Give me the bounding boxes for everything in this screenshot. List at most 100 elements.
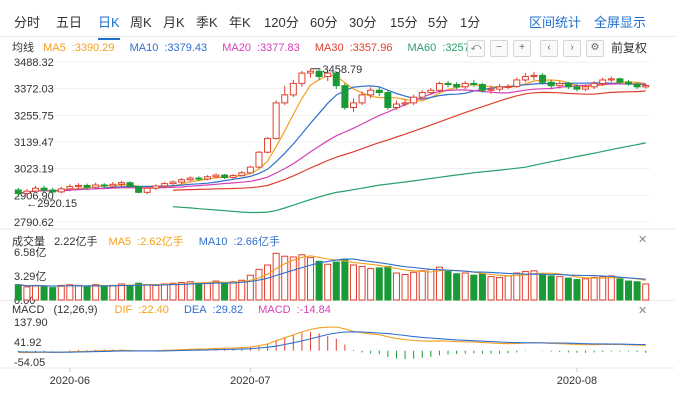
candle	[246, 166, 254, 174]
candle	[582, 86, 590, 90]
candle	[143, 187, 151, 193]
candle	[40, 187, 48, 191]
y-tick-label: 2790.62	[14, 217, 54, 229]
candle	[461, 82, 469, 88]
candle	[349, 102, 357, 108]
candle	[57, 188, 65, 193]
candle	[152, 185, 160, 189]
candle	[126, 182, 134, 188]
candle	[427, 89, 435, 94]
volume-bar	[117, 283, 125, 301]
y-tick-label: 3255.75	[14, 110, 54, 122]
volume-bar	[504, 275, 512, 301]
volume-bar	[392, 272, 400, 301]
volume-bar	[100, 285, 108, 301]
x-tick-label: 2020-08	[557, 375, 597, 387]
volume-bar	[461, 272, 469, 301]
y-tick-label: 3139.47	[14, 137, 54, 149]
ma20-line	[18, 83, 646, 195]
candle	[418, 92, 426, 98]
volume-bar	[453, 273, 461, 301]
volume-bar	[31, 284, 39, 301]
candle	[478, 84, 486, 91]
volume-bar	[246, 274, 254, 301]
volume-bar	[298, 254, 306, 301]
volume-bar	[358, 265, 366, 301]
volume-bar	[556, 276, 564, 301]
candle	[599, 79, 607, 84]
volume-bar	[521, 271, 529, 301]
volume-bar	[315, 260, 323, 301]
candle	[221, 174, 229, 178]
candle	[453, 84, 461, 88]
volume-bar	[496, 276, 504, 301]
candle	[14, 189, 22, 194]
macd-dea-line	[18, 331, 646, 353]
candle	[31, 187, 39, 192]
volume-bar	[126, 284, 134, 301]
volume-bar	[367, 268, 375, 301]
candle	[590, 82, 598, 88]
candle	[573, 86, 581, 90]
volume-bar	[178, 281, 186, 301]
volume-bar	[212, 280, 220, 301]
volume-bar	[513, 272, 521, 301]
candle	[392, 103, 400, 108]
candle	[444, 82, 452, 86]
volume-bar	[264, 264, 272, 301]
candle	[539, 74, 547, 83]
volume-bar	[49, 287, 57, 301]
volume-bar	[341, 258, 349, 301]
volume-bar	[410, 271, 418, 301]
candle	[341, 85, 349, 108]
candlestick-chart[interactable]: 3488.323372.033255.753139.473023.192906.…	[0, 0, 675, 400]
volume-bar	[14, 284, 22, 301]
volume-bar	[332, 261, 340, 301]
candle	[530, 74, 538, 78]
volume-bar	[539, 273, 547, 301]
candle	[504, 85, 512, 88]
x-tick-label: 2020-06	[50, 375, 90, 387]
volume-bar	[255, 268, 263, 301]
candle	[272, 102, 280, 139]
candle	[135, 186, 143, 193]
volume-bar	[625, 280, 633, 301]
candle	[298, 72, 306, 84]
volume-bar	[169, 282, 177, 301]
low-label: ←2920.15	[26, 198, 77, 210]
candle	[186, 177, 194, 181]
volume-bar	[564, 277, 572, 301]
candle	[23, 190, 31, 194]
volume-bar	[590, 276, 598, 301]
volume-bar	[40, 285, 48, 301]
candle	[83, 184, 91, 188]
volume-bar	[324, 263, 332, 301]
volume-bar	[642, 283, 650, 301]
candle	[315, 70, 323, 78]
volume-bar	[221, 282, 229, 301]
volume-bar	[401, 273, 409, 301]
volume-bar	[203, 281, 211, 301]
volume-bar	[229, 281, 237, 301]
candle	[435, 82, 443, 91]
volume-bar	[349, 264, 357, 301]
volume-bar	[616, 278, 624, 301]
volume-bar	[444, 271, 452, 301]
candle	[633, 83, 641, 88]
candle	[496, 86, 504, 90]
volume-bar	[152, 284, 160, 301]
candle	[178, 179, 186, 183]
candle	[74, 184, 82, 188]
volume-bar	[83, 286, 91, 301]
candle	[195, 177, 203, 180]
volume-bar	[92, 284, 100, 301]
volume-bar	[547, 275, 555, 301]
volume-y-tick: 6.58亿	[14, 246, 46, 259]
candle	[358, 94, 366, 104]
candle	[229, 175, 237, 178]
volume-bar	[74, 284, 82, 301]
volume-bar	[470, 274, 478, 301]
candle	[642, 84, 650, 88]
candle	[117, 182, 125, 185]
candle	[264, 137, 272, 153]
